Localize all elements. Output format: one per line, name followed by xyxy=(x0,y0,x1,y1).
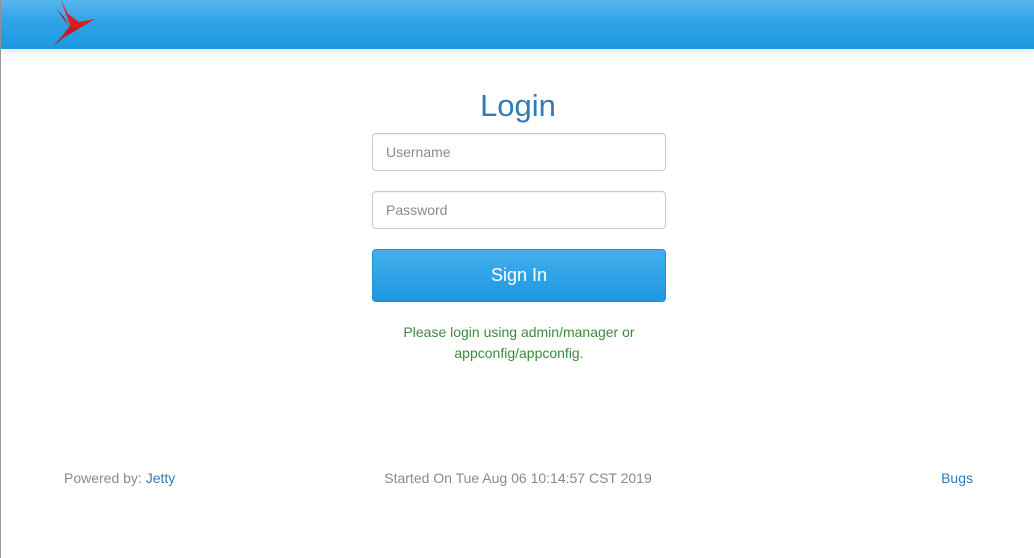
started-on-text: Started On Tue Aug 06 10:14:57 CST 2019 xyxy=(384,470,652,486)
login-title: Login xyxy=(480,88,556,123)
username-input[interactable] xyxy=(372,133,666,171)
bugs-footer: Bugs xyxy=(941,469,973,487)
login-hint-text: Please login using admin/manager or appc… xyxy=(372,322,666,364)
top-header-bar xyxy=(1,0,1034,49)
password-input[interactable] xyxy=(372,191,666,229)
sign-in-button[interactable]: Sign In xyxy=(372,249,666,302)
login-hint-line-2: appconfig/appconfig. xyxy=(454,345,584,361)
bugs-link[interactable]: Bugs xyxy=(941,470,973,486)
login-hint-line-1: Please login using admin/manager or xyxy=(403,324,635,340)
login-page: Login Sign In Please login using admin/m… xyxy=(0,0,1034,558)
red-bird-logo-icon xyxy=(53,0,95,47)
